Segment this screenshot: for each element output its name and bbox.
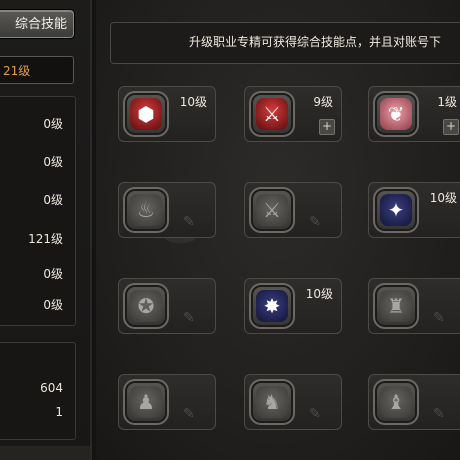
bottom-strip bbox=[0, 446, 90, 460]
skill-icon-frame: ✪ bbox=[123, 283, 169, 329]
sword-icon: ⚔ bbox=[256, 98, 288, 130]
icon-glyph: ✸ bbox=[263, 294, 281, 318]
skill-slot[interactable]: ♞ ✎ bbox=[244, 374, 342, 430]
skill-icon-frame: ♝ bbox=[373, 379, 419, 425]
skill-slot[interactable]: ✦ 10级 bbox=[368, 182, 460, 238]
counters-box: 604 1 bbox=[0, 342, 76, 440]
skill-slot[interactable]: ❦ 1级 + bbox=[368, 86, 460, 142]
skill-level: 10级 bbox=[429, 191, 457, 205]
gift-icon: ⬢ bbox=[130, 98, 162, 130]
blade-icon: ⚔ bbox=[256, 194, 288, 226]
wings-icon: ✦ bbox=[380, 194, 412, 226]
skill-icon-frame: ♜ bbox=[373, 283, 419, 329]
stat-value: 0级 bbox=[43, 155, 63, 169]
flame-icon: ♨ bbox=[130, 194, 162, 226]
counter-value: 604 bbox=[40, 381, 63, 395]
icon-glyph: ♟ bbox=[137, 390, 155, 414]
feather-icon: ❦ bbox=[380, 98, 412, 130]
star-burst-icon: ✸ bbox=[256, 290, 288, 322]
skill-slot[interactable]: ✪ ✎ bbox=[118, 278, 216, 334]
icon-glyph: ♝ bbox=[387, 390, 405, 414]
left-panel: 综合技能 21级 0级 0级 0级 121级 0级 0级 604 1 bbox=[0, 0, 92, 460]
skill-slot[interactable]: ♟ ✎ bbox=[118, 374, 216, 430]
skill-slot[interactable]: ⚔ 9级 + bbox=[244, 86, 342, 142]
skill-slot[interactable]: ♨ ✎ bbox=[118, 182, 216, 238]
book-icon: ✎ bbox=[309, 406, 321, 422]
skill-slot[interactable]: ♜ ✎ bbox=[368, 278, 460, 334]
skill-slot[interactable]: ✸ 10级 bbox=[244, 278, 342, 334]
icon-glyph: ⬢ bbox=[137, 102, 155, 126]
skill-icon-frame: ⬢ bbox=[123, 91, 169, 137]
hint-bar: 升级职业专精可获得综合技能点，并且对账号下 bbox=[110, 22, 460, 64]
stat-value: 0级 bbox=[43, 298, 63, 312]
skill-icon-frame: ⚔ bbox=[249, 187, 295, 233]
combined-skills-tab[interactable]: 综合技能 bbox=[0, 10, 74, 38]
book-icon: ✎ bbox=[433, 406, 445, 422]
icon-glyph: ❦ bbox=[387, 102, 405, 126]
icon-glyph: ♨ bbox=[137, 198, 155, 222]
skill-level: 10级 bbox=[305, 287, 333, 301]
skill-icon-frame: ♨ bbox=[123, 187, 169, 233]
icon-glyph: ♞ bbox=[263, 390, 281, 414]
book-icon: ✎ bbox=[183, 310, 195, 326]
stat-value: 0级 bbox=[43, 117, 63, 131]
icon-glyph: ✪ bbox=[137, 294, 155, 318]
skill-icon-frame: ✦ bbox=[373, 187, 419, 233]
stats-list: 0级 0级 0级 121级 0级 0级 bbox=[0, 96, 76, 326]
skill-icon-frame: ♟ bbox=[123, 379, 169, 425]
book-icon: ✎ bbox=[433, 310, 445, 326]
add-point-button[interactable]: + bbox=[319, 119, 335, 135]
stat-value: 0级 bbox=[43, 193, 63, 207]
skill-level: 1级 bbox=[437, 95, 457, 109]
shield-icon: ✪ bbox=[130, 290, 162, 322]
add-point-button[interactable]: + bbox=[443, 119, 459, 135]
warrior-icon: ♟ bbox=[130, 386, 162, 418]
counter-value: 1 bbox=[55, 405, 63, 419]
skill-level: 9级 bbox=[313, 95, 333, 109]
book-icon: ✎ bbox=[183, 214, 195, 230]
stat-value: 121级 bbox=[28, 232, 63, 246]
skill-icon-frame: ⚔ bbox=[249, 91, 295, 137]
runner-icon: ♞ bbox=[256, 386, 288, 418]
icon-glyph: ⚔ bbox=[263, 198, 281, 222]
icon-glyph: ✦ bbox=[387, 198, 405, 222]
skill-slot[interactable]: ♝ ✎ bbox=[368, 374, 460, 430]
level-display: 21级 bbox=[0, 56, 74, 84]
statue-icon: ♝ bbox=[380, 386, 412, 418]
skill-slot[interactable]: ⬢ 10级 bbox=[118, 86, 216, 142]
skill-slot[interactable]: ⚔ ✎ bbox=[244, 182, 342, 238]
skill-icon-frame: ♞ bbox=[249, 379, 295, 425]
book-icon: ✎ bbox=[309, 214, 321, 230]
hint-text: 升级职业专精可获得综合技能点，并且对账号下 bbox=[189, 35, 442, 49]
icon-glyph: ⚔ bbox=[263, 102, 281, 126]
skill-panel: 升级职业专精可获得综合技能点，并且对账号下 G ⬢ 10级 ⚔ 9级 + ❦ 1… bbox=[96, 0, 460, 460]
book-icon: ✎ bbox=[183, 406, 195, 422]
icon-glyph: ♜ bbox=[387, 294, 405, 318]
skill-icon-frame: ❦ bbox=[373, 91, 419, 137]
skill-level: 10级 bbox=[179, 95, 207, 109]
helmet-icon: ♜ bbox=[380, 290, 412, 322]
stat-value: 0级 bbox=[43, 267, 63, 281]
skill-icon-frame: ✸ bbox=[249, 283, 295, 329]
